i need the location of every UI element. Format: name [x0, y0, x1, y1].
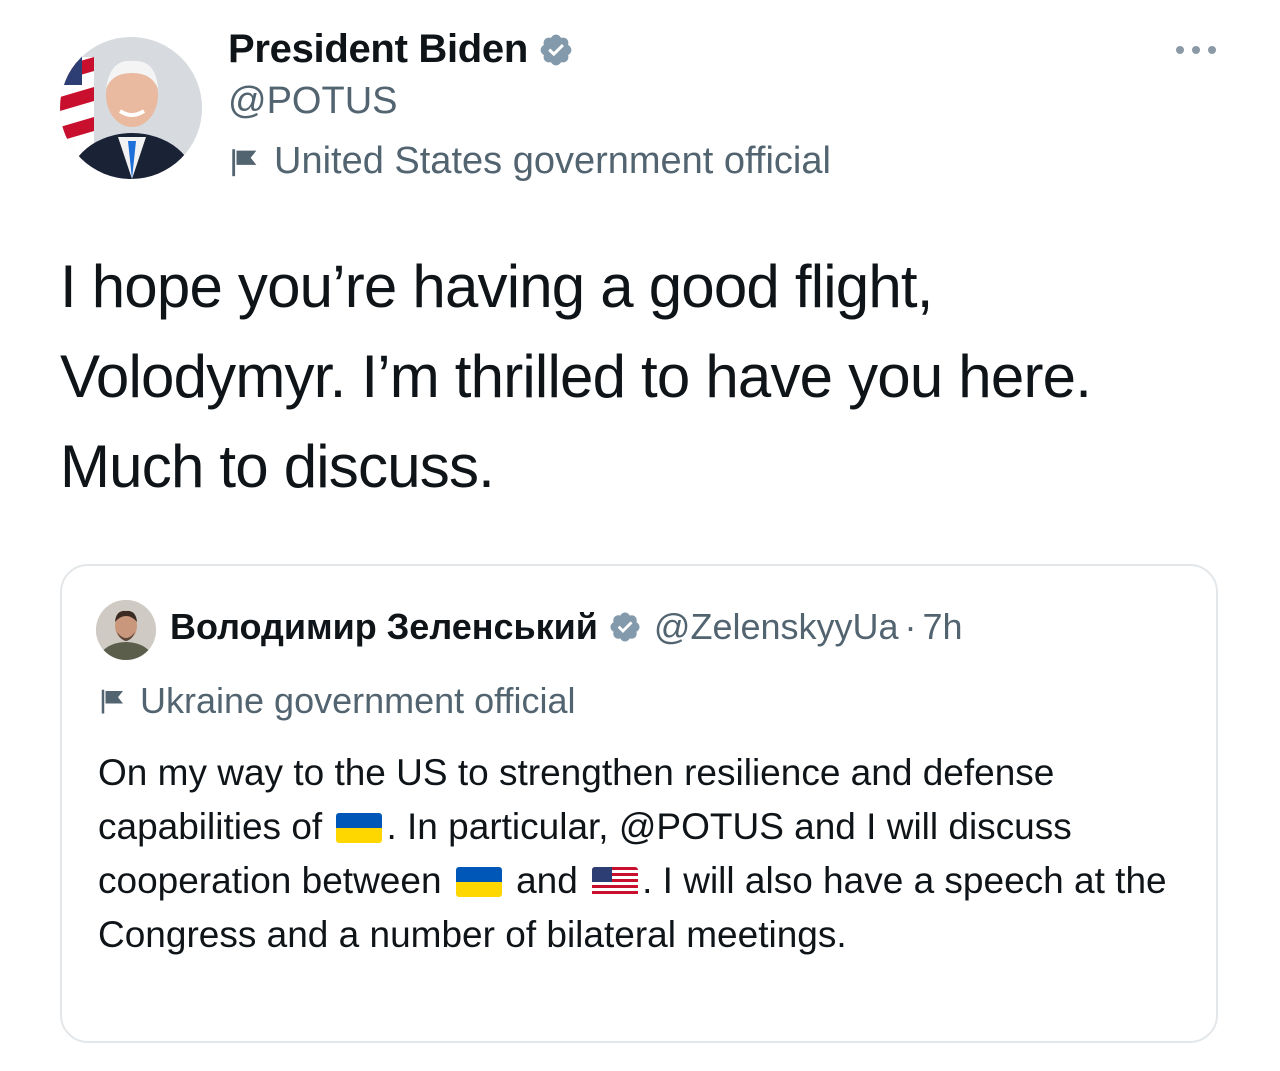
author-name[interactable]: President Biden	[228, 27, 528, 72]
verified-badge-icon	[610, 612, 640, 642]
flag-united-states-icon	[592, 867, 639, 897]
government-flag-icon	[232, 148, 257, 176]
author-name-row[interactable]: President Biden	[228, 27, 574, 72]
quoted-tweet-card[interactable]: Володимир Зеленський @ZelenskyyUa · 7h U…	[60, 564, 1218, 1043]
quoted-text-part-3: and	[516, 860, 578, 901]
verified-badge-icon	[540, 34, 572, 65]
more-horizontal-icon[interactable]	[1172, 40, 1220, 60]
flag-ukraine-icon	[455, 867, 502, 897]
quoted-tweet-text: On my way to the US to strengthen resili…	[98, 746, 1198, 962]
author-handle[interactable]: @POTUS	[228, 80, 397, 123]
author-avatar[interactable]	[60, 37, 202, 179]
quoted-timestamp[interactable]: 7h	[923, 606, 963, 648]
quoted-author-handle[interactable]: @ZelenskyyUa	[654, 606, 899, 648]
quoted-author-avatar[interactable]	[96, 600, 156, 660]
quoted-author-name[interactable]: Володимир Зеленський	[170, 606, 598, 648]
quoted-header: Володимир Зеленський @ZelenskyyUa · 7h	[170, 606, 963, 648]
flag-ukraine-icon	[336, 813, 383, 843]
tweet: President Biden @POTUS United States gov…	[0, 0, 1280, 1071]
separator-dot: ·	[904, 606, 917, 647]
quoted-government-label: Ukraine government official	[98, 680, 576, 722]
government-flag-icon	[101, 689, 123, 714]
quoted-government-label-text: Ukraine government official	[140, 680, 576, 721]
government-label: United States government official	[228, 140, 831, 183]
government-label-text: United States government official	[274, 140, 831, 182]
tweet-text: I hope you’re having a good flight, Volo…	[60, 253, 1092, 500]
avatar-image	[60, 37, 202, 179]
quoted-avatar-image	[96, 600, 156, 660]
